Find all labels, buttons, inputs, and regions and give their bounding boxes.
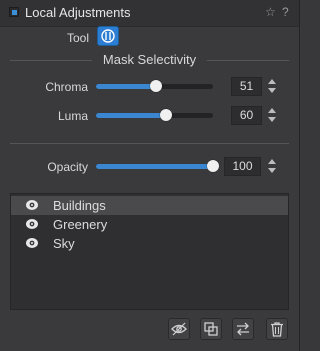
panel-edge bbox=[299, 0, 300, 351]
chroma-value-field[interactable]: 51 bbox=[231, 77, 262, 96]
luma-stepper[interactable] bbox=[267, 106, 277, 125]
trash-icon bbox=[271, 322, 283, 337]
eye-icon bbox=[171, 322, 187, 336]
opacity-slider[interactable] bbox=[96, 164, 213, 169]
swap-button[interactable] bbox=[232, 318, 254, 340]
menu-icon[interactable]: ? bbox=[282, 5, 289, 19]
eye-icon[interactable] bbox=[25, 199, 39, 214]
local-adjustments-panel: Local Adjustments ☆ ? Tool Mask Selectiv… bbox=[0, 0, 301, 351]
list-item-greenery[interactable]: Greenery bbox=[11, 215, 288, 234]
brush-mask-tool-button[interactable] bbox=[97, 26, 119, 46]
star-icon[interactable]: ☆ bbox=[265, 5, 276, 19]
enable-checkbox[interactable] bbox=[9, 7, 19, 17]
divider bbox=[10, 143, 289, 144]
eye-icon[interactable] bbox=[25, 218, 39, 233]
swap-icon bbox=[237, 322, 249, 336]
list-item-sky[interactable]: Sky bbox=[11, 234, 288, 253]
delete-button[interactable] bbox=[266, 318, 288, 340]
chroma-stepper[interactable] bbox=[267, 77, 277, 96]
adjustment-layer-list: Buildings Greenery Sky bbox=[10, 193, 289, 310]
opacity-slider-knob[interactable] bbox=[207, 160, 219, 172]
layer-label: Sky bbox=[53, 236, 75, 251]
chroma-label: Chroma bbox=[45, 80, 88, 94]
brush-mask-icon bbox=[101, 29, 115, 43]
divider bbox=[207, 60, 289, 61]
toggle-visibility-button[interactable] bbox=[168, 318, 190, 340]
chroma-slider-knob[interactable] bbox=[150, 80, 162, 92]
panel-title: Local Adjustments bbox=[25, 5, 131, 20]
eye-icon[interactable] bbox=[25, 237, 39, 252]
duplicate-button[interactable] bbox=[200, 318, 222, 340]
layer-label: Greenery bbox=[53, 217, 108, 232]
opacity-label: Opacity bbox=[47, 160, 88, 174]
tool-label: Tool bbox=[67, 31, 90, 45]
luma-slider-knob[interactable] bbox=[160, 109, 172, 121]
panel-header: Local Adjustments ☆ ? bbox=[0, 0, 299, 27]
duplicate-icon bbox=[204, 322, 218, 336]
luma-slider[interactable] bbox=[96, 113, 213, 118]
luma-label: Luma bbox=[57, 109, 88, 123]
opacity-stepper[interactable] bbox=[267, 157, 277, 176]
list-item-buildings[interactable]: Buildings bbox=[11, 196, 288, 215]
luma-value-field[interactable]: 60 bbox=[231, 106, 262, 125]
layer-label: Buildings bbox=[53, 198, 106, 213]
opacity-value-field[interactable]: 100 bbox=[224, 157, 261, 176]
